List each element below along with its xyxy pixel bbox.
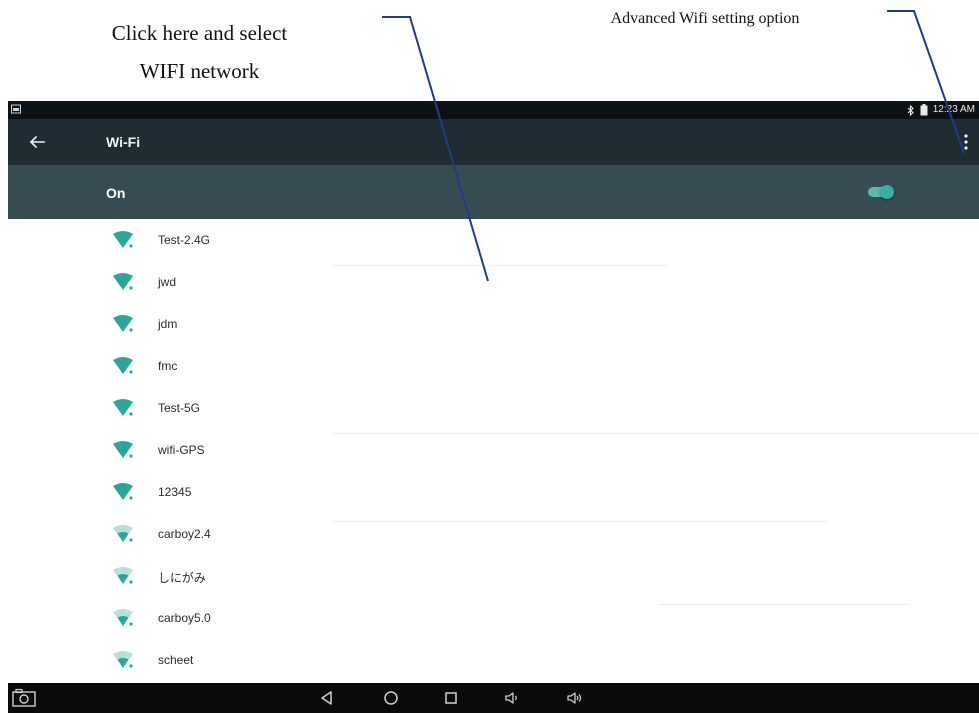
- network-item[interactable]: jwd: [8, 261, 979, 303]
- toggle-thumb: [880, 185, 894, 199]
- screenshot-notification-icon: [11, 104, 21, 114]
- volume-up-icon[interactable]: [566, 689, 584, 707]
- app-bar: Wi-Fi: [8, 119, 979, 165]
- network-ssid: Test-5G: [158, 401, 201, 415]
- annotation-advanced-settings: Advanced Wifi setting option: [610, 10, 800, 27]
- network-item[interactable]: scheet: [8, 639, 979, 681]
- overflow-menu-icon[interactable]: [961, 133, 971, 151]
- wifi-signal-icon: [113, 357, 133, 374]
- annotation-line-2: WIFI network: [139, 59, 260, 83]
- network-item[interactable]: carboy2.4: [8, 513, 979, 555]
- camera-icon[interactable]: [12, 688, 36, 708]
- wifi-signal-icon: [113, 567, 133, 584]
- wifi-signal-icon: [113, 651, 133, 668]
- network-ssid: fmc: [158, 359, 178, 373]
- home-icon[interactable]: [382, 689, 400, 707]
- device-screen: 12:23 AM Wi-Fi On Test-2.4G jwd jdm fmc Test…: [8, 101, 979, 713]
- network-item[interactable]: Test-5G: [8, 387, 979, 429]
- back-icon[interactable]: [318, 689, 336, 707]
- network-item[interactable]: しにがみ: [8, 555, 979, 597]
- wifi-master-switch-row[interactable]: On: [8, 165, 979, 219]
- bluetooth-icon: [907, 104, 914, 116]
- annotation-select-network: Click here and select WIFI network: [62, 14, 337, 90]
- status-icons: 12:23 AM: [907, 103, 975, 117]
- divider: [333, 521, 828, 522]
- wifi-signal-icon: [113, 609, 133, 626]
- status-time: 12:23 AM: [932, 104, 975, 115]
- divider: [333, 433, 979, 434]
- arrow-left-icon[interactable]: [26, 131, 48, 153]
- volume-down-icon[interactable]: [503, 689, 521, 707]
- network-ssid: scheet: [158, 653, 194, 667]
- network-ssid: carboy2.4: [158, 527, 211, 541]
- network-ssid: Test-2.4G: [158, 233, 211, 247]
- wifi-switch-label: On: [106, 185, 126, 201]
- wifi-signal-icon: [113, 231, 133, 248]
- network-ssid: wifi-GPS: [158, 443, 205, 457]
- annotation-line-1: Click here and select: [111, 21, 288, 45]
- network-ssid: jwd: [158, 275, 177, 289]
- network-ssid: 12345: [158, 485, 192, 499]
- network-item[interactable]: jdm: [8, 303, 979, 345]
- wifi-signal-icon: [113, 273, 133, 290]
- wifi-signal-icon: [113, 441, 133, 458]
- network-ssid: jdm: [158, 317, 178, 331]
- recents-icon[interactable]: [442, 689, 460, 707]
- network-list: Test-2.4G jwd jdm fmc Test-5G wifi-GPS 12345 ca…: [8, 219, 979, 683]
- network-item[interactable]: fmc: [8, 345, 979, 387]
- wifi-signal-icon: [113, 315, 133, 332]
- network-ssid: しにがみ: [158, 571, 206, 585]
- network-item[interactable]: Test-2.4G: [8, 219, 979, 261]
- network-item[interactable]: 12345: [8, 471, 979, 513]
- page-title: Wi-Fi: [106, 134, 141, 150]
- wifi-toggle[interactable]: [868, 185, 896, 199]
- wifi-signal-icon: [113, 399, 133, 416]
- navigation-bar: [8, 683, 979, 713]
- divider: [333, 265, 668, 266]
- status-bar: 12:23 AM: [8, 101, 979, 119]
- battery-icon: [920, 104, 928, 116]
- divider: [658, 604, 908, 605]
- network-item[interactable]: wifi-GPS: [8, 429, 979, 471]
- wifi-signal-icon: [113, 483, 133, 500]
- network-ssid: carboy5.0: [158, 611, 211, 625]
- wifi-signal-icon: [113, 525, 133, 542]
